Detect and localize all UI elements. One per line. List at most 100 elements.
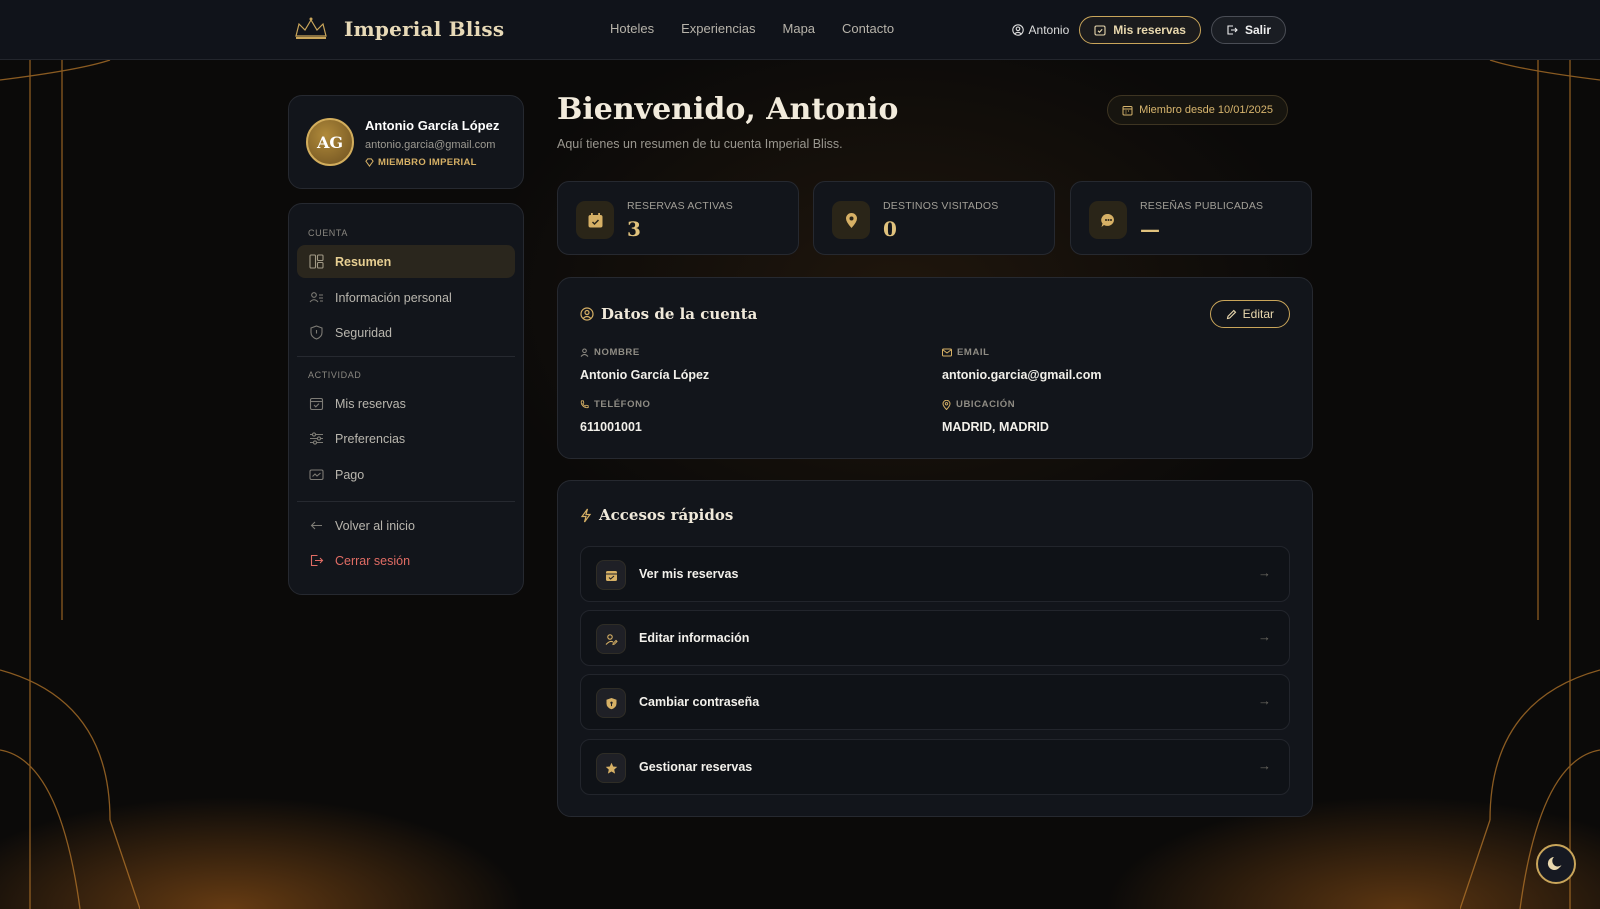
sidebar-item-payment[interactable]: Pago (297, 458, 515, 491)
map-pin-icon (845, 212, 857, 228)
top-navbar: Imperial Bliss Hoteles Experiencias Mapa… (0, 0, 1600, 60)
field-label-name: NOMBRE (580, 347, 640, 358)
avatar: AG (306, 118, 354, 166)
sidebar-item-label: Resumen (335, 254, 392, 269)
sidebar-item-label: Mis reservas (335, 396, 406, 411)
sidebar-item-resumen[interactable]: Resumen (297, 245, 515, 278)
calendar-icon (605, 570, 617, 581)
field-value-phone: 611001001 (580, 420, 642, 434)
member-since-label: Miembro desde 10/01/2025 (1139, 104, 1273, 116)
stat-icon-box (832, 201, 870, 239)
field-label-location: UBICACIÓN (942, 399, 1015, 410)
calendar-check-icon (309, 397, 324, 411)
quick-link-change-password[interactable]: Cambiar contraseña → (580, 674, 1290, 730)
user-menu[interactable]: Antonio (1011, 23, 1070, 37)
nav-mapa[interactable]: Mapa (783, 21, 816, 36)
sidebar-item-reservations[interactable]: Mis reservas (297, 387, 515, 420)
my-reservations-button[interactable]: Mis reservas (1079, 16, 1201, 44)
quick-link-label: Ver mis reservas (639, 567, 739, 581)
quick-link-view-reservations[interactable]: Ver mis reservas → (580, 546, 1290, 602)
stat-label: RESEÑAS PUBLICADAS (1140, 200, 1264, 212)
shield-icon (310, 325, 323, 340)
user-name: Antonio (1028, 23, 1070, 37)
field-value-location: MADRID, MADRID (942, 420, 1049, 434)
stat-card-published-reviews: RESEÑAS PUBLICADAS — (1070, 181, 1312, 255)
arrow-right-icon: → (1258, 565, 1271, 580)
dashboard-icon (309, 254, 324, 269)
quick-icon-box (596, 560, 626, 590)
stat-card-active-reservations: RESERVAS ACTIVAS 3 (557, 181, 799, 255)
field-label-phone: TELÉFONO (580, 399, 651, 410)
calendar-icon (1122, 105, 1133, 115)
user-icon (580, 348, 589, 357)
user-edit-icon (605, 633, 618, 645)
nav-experiencias[interactable]: Experiencias (681, 21, 755, 36)
arrow-right-icon: → (1258, 693, 1271, 708)
sidebar-item-label: Cerrar sesión (335, 553, 411, 568)
phone-icon (580, 400, 589, 409)
user-card-icon (309, 292, 323, 303)
field-value-name: Antonio García López (580, 368, 710, 382)
stat-label: DESTINOS VISITADOS (883, 200, 999, 212)
nav-contacto[interactable]: Contacto (842, 21, 894, 36)
page-title: Bienvenido, Antonio (557, 92, 899, 127)
quick-icon-box (596, 624, 626, 654)
sidebar: CUENTA Resumen Información personal Segu… (288, 203, 524, 595)
map-pin-icon (942, 399, 951, 410)
nav-hoteles[interactable]: Hoteles (610, 21, 654, 36)
theme-toggle-button[interactable] (1536, 844, 1576, 884)
account-details-title-text: Datos de la cuenta (601, 305, 758, 323)
shield-icon (606, 697, 616, 709)
brand[interactable]: Imperial Bliss (288, 14, 504, 44)
field-label-text: NOMBRE (594, 347, 640, 358)
edit-account-button[interactable]: Editar (1209, 300, 1290, 328)
calendar-icon (588, 212, 602, 227)
logout-icon (310, 554, 324, 567)
page-subtitle: Aquí tienes un resumen de tu cuenta Impe… (557, 137, 843, 151)
member-badge-label: MIEMBRO IMPERIAL (378, 157, 477, 168)
account-details-panel: Datos de la cuenta Editar NOMBRE Antonio… (557, 277, 1313, 459)
sidebar-item-label: Seguridad (335, 325, 392, 340)
section-label-account: CUENTA (308, 228, 348, 238)
profile-name: Antonio García López (365, 118, 500, 133)
field-label-email: EMAIL (942, 347, 990, 358)
stat-icon-box (576, 201, 614, 239)
user-circle-icon (580, 307, 594, 321)
quick-link-edit-info[interactable]: Editar información → (580, 610, 1290, 666)
stat-icon-box (1089, 201, 1127, 239)
field-label-text: EMAIL (957, 347, 990, 358)
my-reservations-label: Mis reservas (1113, 23, 1186, 37)
calendar-check-icon (1094, 25, 1106, 36)
pencil-icon (1226, 309, 1236, 319)
arrow-right-icon: → (1258, 629, 1271, 644)
logout-label: Salir (1244, 23, 1271, 37)
decorative-frame-right (1460, 60, 1600, 909)
sidebar-item-label: Pago (335, 467, 365, 482)
sidebar-divider (297, 501, 515, 502)
sidebar-item-label: Preferencias (335, 431, 406, 446)
profile-card: AG Antonio García López antonio.garcia@g… (288, 95, 524, 189)
quick-link-label: Cambiar contraseña (639, 695, 760, 709)
quick-link-label: Gestionar reservas (639, 760, 753, 774)
sliders-icon (310, 432, 323, 445)
sidebar-item-personal-info[interactable]: Información personal (297, 281, 515, 314)
main-nav: Hoteles Experiencias Mapa Contacto (610, 21, 894, 36)
logout-button[interactable]: Salir (1210, 16, 1286, 44)
top-actions: Antonio Mis reservas Salir (1011, 16, 1286, 44)
user-circle-icon (1011, 24, 1024, 36)
arrow-right-icon: → (1258, 758, 1271, 773)
sidebar-item-back-home[interactable]: Volver al inicio (297, 509, 515, 542)
stat-value: 3 (627, 217, 641, 241)
sidebar-item-preferences[interactable]: Preferencias (297, 422, 515, 455)
credit-card-icon (309, 469, 324, 481)
diamond-icon (365, 158, 374, 167)
sidebar-item-logout[interactable]: Cerrar sesión (297, 544, 515, 577)
member-badge: MIEMBRO IMPERIAL (365, 157, 477, 168)
sidebar-item-label: Volver al inicio (335, 518, 415, 533)
field-label-text: UBICACIÓN (956, 399, 1016, 410)
quick-link-manage-reservations[interactable]: Gestionar reservas → (580, 739, 1290, 795)
star-icon (605, 762, 617, 774)
sidebar-item-security[interactable]: Seguridad (297, 316, 515, 349)
crown-logo-icon (295, 17, 327, 39)
decorative-frame-left (0, 60, 140, 909)
